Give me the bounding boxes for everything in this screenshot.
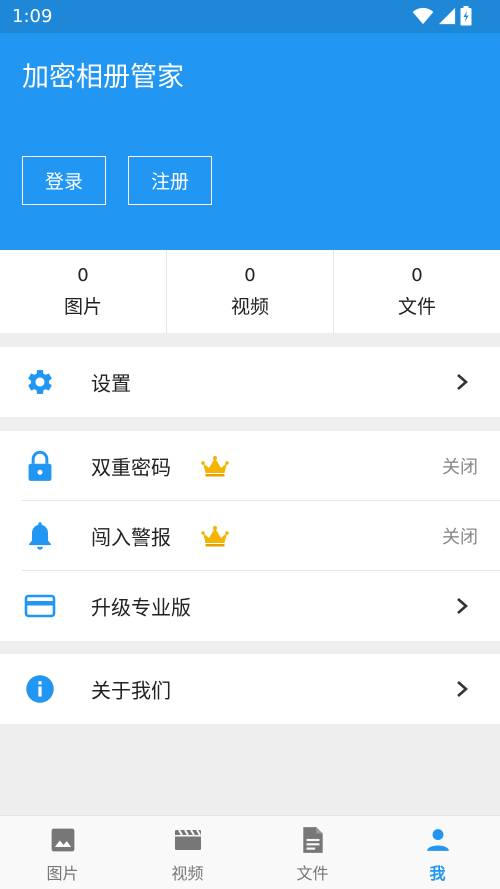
intrusion-alert-status: 关闭 (442, 527, 478, 548)
security-card: 双重密码 关闭 闯入警报 关闭 升级专业版 (0, 431, 500, 641)
stat-count: 0 (77, 264, 89, 286)
crown-icon (201, 456, 229, 477)
battery-charging-icon (460, 6, 472, 26)
upgrade-label: 升级专业版 (91, 595, 191, 620)
nav-tab-videos[interactable]: 视频 (125, 816, 250, 889)
bottom-nav: 图片 视频 文件 我 (0, 815, 500, 889)
settings-card: 设置 (0, 347, 500, 417)
stats-bar: 0 图片 0 视频 0 文件 (0, 250, 500, 333)
about-row[interactable]: 关于我们 (0, 654, 500, 724)
nav-label: 视频 (171, 864, 204, 883)
stat-count: 0 (411, 264, 423, 286)
upgrade-row[interactable]: 升级专业版 (0, 571, 500, 641)
image-icon (49, 826, 77, 854)
crown-icon (201, 526, 229, 547)
bell-icon (24, 520, 56, 552)
nav-tab-me[interactable]: 我 (375, 816, 500, 889)
register-button[interactable]: 注册 (128, 156, 212, 205)
stat-images[interactable]: 0 图片 (0, 250, 167, 333)
chevron-right-icon (457, 681, 468, 697)
stat-label: 文件 (397, 295, 436, 318)
status-time: 1:09 (12, 6, 53, 27)
nav-label: 文件 (296, 864, 329, 883)
login-button[interactable]: 登录 (22, 156, 106, 205)
double-password-label: 双重密码 (91, 455, 171, 480)
signal-icon (438, 7, 456, 25)
chevron-right-icon (457, 374, 468, 390)
status-bar: 1:09 (0, 0, 500, 33)
stat-files[interactable]: 0 文件 (334, 250, 500, 333)
about-label: 关于我们 (91, 678, 171, 703)
double-password-status: 关闭 (442, 457, 478, 478)
intrusion-alert-label: 闯入警报 (91, 525, 171, 550)
double-password-row[interactable]: 双重密码 关闭 (0, 431, 500, 501)
stat-videos[interactable]: 0 视频 (167, 250, 334, 333)
video-icon (174, 826, 202, 854)
wifi-icon (412, 7, 434, 25)
about-card: 关于我们 (0, 654, 500, 724)
nav-tab-images[interactable]: 图片 (0, 816, 125, 889)
app-title: 加密相册管家 (22, 62, 184, 93)
chevron-right-icon (457, 598, 468, 614)
stat-label: 视频 (230, 295, 269, 318)
intrusion-alert-row[interactable]: 闯入警报 关闭 (0, 501, 500, 571)
nav-tab-files[interactable]: 文件 (250, 816, 375, 889)
file-icon (299, 826, 327, 854)
stat-label: 图片 (63, 295, 102, 318)
nav-label: 图片 (46, 864, 79, 883)
stat-count: 0 (244, 264, 256, 286)
status-icons (412, 6, 472, 26)
info-icon (24, 673, 56, 705)
gear-icon (24, 366, 56, 398)
nav-label: 我 (429, 864, 446, 883)
profile-header: 加密相册管家 登录 注册 (0, 33, 500, 250)
settings-label: 设置 (91, 371, 131, 396)
settings-row[interactable]: 设置 (0, 347, 500, 417)
credit-card-icon (24, 590, 56, 622)
lock-icon (24, 450, 56, 482)
person-icon (424, 826, 452, 854)
